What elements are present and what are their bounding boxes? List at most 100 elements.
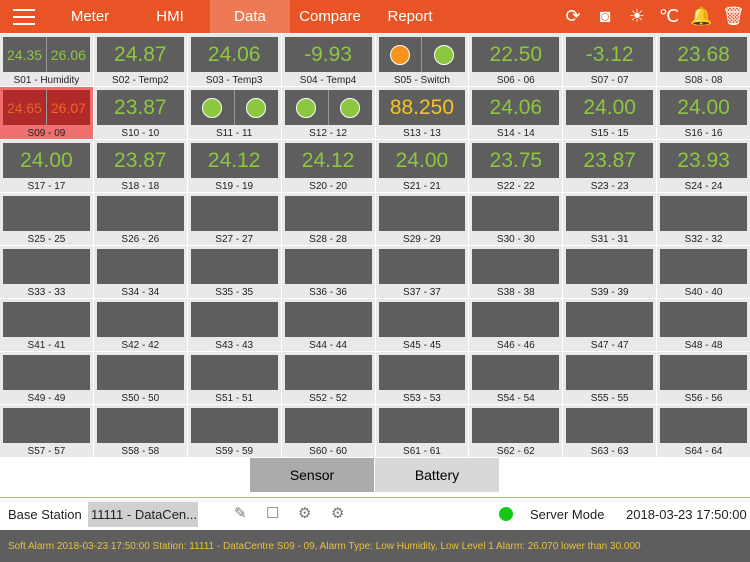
sensor-label: S32 - 32 (684, 234, 723, 245)
sensor-tile[interactable]: S59 - 59 (187, 405, 281, 457)
sensor-tile[interactable]: S49 - 49 (0, 352, 93, 404)
camera-icon[interactable]: ◙ (594, 6, 616, 27)
sensor-tile[interactable]: S31 - 31 (563, 193, 657, 245)
sensor-tile[interactable]: S25 - 25 (0, 193, 93, 245)
sensor-tile[interactable]: S48 - 48 (657, 299, 750, 351)
sensor-tile[interactable]: S12 - 12 (281, 87, 375, 139)
sensor-tile[interactable]: S55 - 55 (563, 352, 657, 404)
sensor-tile[interactable]: 24.00 S15 - 15 (563, 87, 657, 139)
sensor-label: S57 - 57 (27, 446, 66, 457)
sensor-tile[interactable]: S51 - 51 (187, 352, 281, 404)
sync-icon[interactable]: ⟳ (562, 6, 584, 27)
sensor-tile[interactable]: S53 - 53 (375, 352, 469, 404)
sensor-value: 88.250 (378, 90, 466, 125)
sensor-tile[interactable]: S34 - 34 (93, 246, 187, 298)
sensor-value-box (378, 37, 466, 72)
sensor-tile[interactable]: 24.00 S17 - 17 (0, 140, 93, 192)
sensor-tile[interactable]: S33 - 33 (0, 246, 93, 298)
sensor-value: 23.87 (96, 90, 184, 125)
sensor-tile[interactable]: S37 - 37 (375, 246, 469, 298)
sensor-tile[interactable]: 24.65 26.07 S09 - 09 (0, 87, 93, 139)
sensor-tile[interactable]: S44 - 44 (281, 299, 375, 351)
sensor-tile[interactable]: S32 - 32 (657, 193, 750, 245)
sensor-tile[interactable]: S60 - 60 (281, 405, 375, 457)
edit-box-icon[interactable]: ☐ (266, 504, 279, 522)
sensor-tile[interactable]: S42 - 42 (93, 299, 187, 351)
sensor-tile[interactable]: -3.12 S07 - 07 (563, 34, 657, 86)
sensor-value: 24.00 (660, 90, 747, 125)
sensor-tile[interactable]: S64 - 64 (657, 405, 750, 457)
sensor-value: 24.65 (6, 99, 42, 116)
sensor-tile[interactable]: S05 - Switch (375, 34, 469, 86)
tab-compare[interactable]: Compare (290, 0, 370, 33)
sensor-tile[interactable]: S62 - 62 (469, 405, 563, 457)
sensor-tile[interactable]: S54 - 54 (469, 352, 563, 404)
sensor-tile[interactable]: S57 - 57 (0, 405, 93, 457)
sensor-tile[interactable]: S38 - 38 (469, 246, 563, 298)
sensor-tile[interactable]: S47 - 47 (563, 299, 657, 351)
sensor-tile[interactable]: S11 - 11 (187, 87, 281, 139)
battery-tab[interactable]: Battery (375, 458, 499, 492)
sensor-tile[interactable]: S46 - 46 (469, 299, 563, 351)
sun-icon[interactable]: ☀ (626, 6, 648, 27)
alarm-bell-icon[interactable]: 🔔 (690, 6, 712, 27)
sensor-tile[interactable]: S28 - 28 (281, 193, 375, 245)
sensor-tile[interactable]: S52 - 52 (281, 352, 375, 404)
tab-meter[interactable]: Meter (50, 0, 130, 33)
sensor-tile[interactable]: S36 - 36 (281, 246, 375, 298)
sensor-tile[interactable]: S40 - 40 (657, 246, 750, 298)
sensor-tile[interactable]: S35 - 35 (187, 246, 281, 298)
sensor-tile[interactable]: S29 - 29 (375, 193, 469, 245)
edit-icon[interactable]: ✎ (234, 504, 247, 522)
sensor-tile[interactable]: 22.50 S06 - 06 (469, 34, 563, 86)
sensor-value-box (96, 355, 184, 390)
sensor-tile[interactable]: 23.68 S08 - 08 (657, 34, 750, 86)
sensor-tile[interactable]: 24.12 S20 - 20 (281, 140, 375, 192)
sensor-tile[interactable]: 24.87 S02 - Temp2 (93, 34, 187, 86)
sensor-tile[interactable]: 23.87 S18 - 18 (93, 140, 187, 192)
trash-icon[interactable]: 🗑 (722, 6, 745, 27)
sensor-tile[interactable]: 23.93 S24 - 24 (657, 140, 750, 192)
sensor-tile[interactable]: 24.00 S21 - 21 (375, 140, 469, 192)
sensor-label: S59 - 59 (215, 446, 254, 457)
sensor-label: S52 - 52 (309, 393, 347, 404)
celsius-icon[interactable]: ℃ (658, 6, 680, 27)
base-station-select[interactable]: 11111 - DataCen... (88, 501, 198, 527)
sensor-tile[interactable]: 23.87 S10 - 10 (93, 87, 187, 139)
tab-hmi[interactable]: HMI (130, 0, 210, 33)
hamburger-menu-icon[interactable] (0, 0, 48, 33)
sensor-tile[interactable]: S39 - 39 (563, 246, 657, 298)
sensor-tile[interactable]: 24.35 26.06 S01 - Humidity (0, 34, 93, 86)
sensor-tile[interactable]: 24.00 S16 - 16 (657, 87, 750, 139)
switch-channel (233, 90, 278, 125)
advanced-settings-icon[interactable]: ⚙ (331, 504, 344, 522)
sensor-tile[interactable]: 23.75 S22 - 22 (469, 140, 563, 192)
sensor-tile[interactable]: S56 - 56 (657, 352, 750, 404)
sensor-tile[interactable]: 24.06 S14 - 14 (469, 87, 563, 139)
sensor-tile[interactable]: S41 - 41 (0, 299, 93, 351)
sensor-tile[interactable]: S45 - 45 (375, 299, 469, 351)
sensor-tile[interactable]: S30 - 30 (469, 193, 563, 245)
sensor-tile[interactable]: 88.250 S13 - 13 (375, 87, 469, 139)
tab-report[interactable]: Report (370, 0, 450, 33)
sensor-value-box (96, 196, 184, 231)
sensor-tile[interactable]: S26 - 26 (93, 193, 187, 245)
sensor-tile[interactable]: S61 - 61 (375, 405, 469, 457)
sensor-tile[interactable]: 23.87 S23 - 23 (563, 140, 657, 192)
sensor-tab[interactable]: Sensor (250, 458, 374, 492)
sensor-label: S05 - Switch (393, 75, 450, 86)
sensor-value: 24.00 (378, 143, 466, 178)
alarm-message-bar[interactable]: Soft Alarm 2018-03-23 17:50:00 Station: … (0, 530, 750, 562)
sensor-tile[interactable]: S43 - 43 (187, 299, 281, 351)
sensor-label: S07 - 07 (590, 75, 629, 86)
settings-icon[interactable]: ⚙ (298, 504, 311, 522)
sensor-value-box (3, 355, 90, 390)
sensor-tile[interactable]: 24.06 S03 - Temp3 (187, 34, 281, 86)
sensor-tile[interactable]: S63 - 63 (563, 405, 657, 457)
sensor-tile[interactable]: S27 - 27 (187, 193, 281, 245)
tab-data[interactable]: Data (210, 0, 290, 33)
sensor-tile[interactable]: S58 - 58 (93, 405, 187, 457)
sensor-tile[interactable]: S50 - 50 (93, 352, 187, 404)
sensor-tile[interactable]: 24.12 S19 - 19 (187, 140, 281, 192)
sensor-tile[interactable]: -9.93 S04 - Temp4 (281, 34, 375, 86)
